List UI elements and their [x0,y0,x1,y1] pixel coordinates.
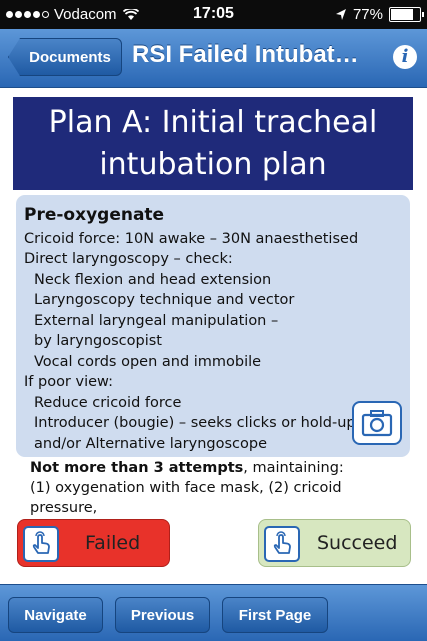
hand-tap-icon [23,526,59,562]
panel-line: and/or Alternative laryngoscope [34,435,268,452]
plan-title-line-2: intubation plan [99,146,327,182]
panel-line: Reduce cricoid force [34,394,182,411]
hand-tap-icon [264,526,300,562]
panel-line: If poor view: [24,374,113,390]
failed-button[interactable]: Failed [17,519,170,567]
panel-line: Direct laryngoscopy – check: [24,251,233,267]
battery-percent: 77% [352,6,383,23]
note-line-2: (1) oxygenation with face mask, (2) cric… [30,480,342,516]
note-bold: Not more than 3 attempts [30,460,244,476]
note-rest: , maintaining: [243,460,344,476]
battery-fill [391,9,413,20]
location-arrow-icon [335,9,346,20]
plan-title-line-1: Plan A: Initial tracheal [48,104,378,140]
navigation-bar: Documents RSI Failed Intubat… i [0,29,427,88]
panel-line: by laryngoscopist [34,333,162,349]
panel-line: Vocal cords open and immobile [34,353,262,370]
succeed-label: Succeed [317,532,398,554]
camera-icon[interactable] [352,401,402,445]
first-page-button[interactable]: First Page [222,597,328,633]
panel-line: Neck flexion and head extension [34,271,272,288]
succeed-button[interactable]: Succeed [258,519,411,567]
navigate-button[interactable]: Navigate [8,597,103,633]
failed-label: Failed [85,532,141,554]
bottom-toolbar: Navigate Previous First Page [0,584,427,641]
status-bar: Vodacom 17:05 77% [0,0,427,29]
previous-button[interactable]: Previous [115,597,210,633]
plan-header: Plan A: Initial tracheal intubation plan [13,97,413,190]
panel-line: Cricoid force: 10N awake – 30N anaesthet… [24,230,359,247]
panel-line: Laryngoscopy technique and vector [34,292,295,308]
info-icon[interactable]: i [393,45,417,69]
panel-line: External laryngeal manipulation – [34,312,279,329]
pre-oxygenate-panel: Pre-oxygenate Cricoid force: 10N awake –… [16,195,410,457]
battery-icon [389,7,424,22]
status-right: 77% [335,6,424,23]
documents-back-button[interactable]: Documents [8,38,122,76]
panel-line: Introducer (bougie) – seeks clicks or ho… [34,415,356,431]
page-title: RSI Failed Intubat… [132,41,359,68]
panel-heading: Pre-oxygenate [24,205,165,225]
